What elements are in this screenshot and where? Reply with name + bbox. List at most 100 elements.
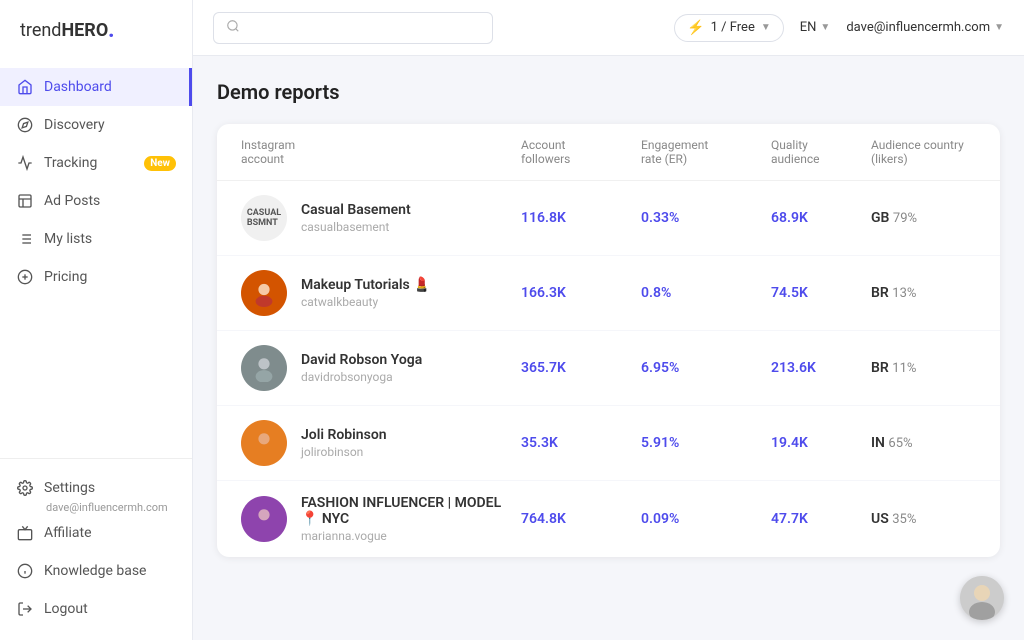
tracking-new-badge: New	[144, 156, 176, 171]
sidebar-item-knowledge-base[interactable]: Knowledge base	[0, 552, 192, 590]
metric-quality: 47.7K	[771, 511, 871, 527]
influencer-cell: Makeup Tutorials 💄 catwalkbeauty	[241, 270, 521, 316]
lang-selector[interactable]: EN ▼	[800, 20, 831, 35]
sidebar: trendHERO. Dashboard Discovery Tracking …	[0, 0, 193, 640]
country-cell: GB 79%	[871, 210, 1000, 226]
sidebar-bottom: Settings dave@influencermh.com Affiliate…	[0, 458, 192, 640]
influencer-name: Makeup Tutorials 💄	[301, 277, 431, 293]
metric-followers: 35.3K	[521, 435, 641, 451]
info-icon	[16, 562, 34, 580]
country-cell: US 35%	[871, 511, 1000, 527]
user-chevron-icon: ▼	[994, 22, 1004, 33]
col-header-er: Engagement rate (ER)	[641, 138, 771, 166]
lang-text: EN	[800, 20, 817, 35]
influencer-name: David Robson Yoga	[301, 352, 422, 368]
sidebar-item-pricing[interactable]: Pricing	[0, 258, 192, 296]
col-header-account: Instagram account	[241, 138, 521, 166]
col-label-followers: Account	[521, 138, 641, 152]
avatar	[241, 345, 287, 391]
col-label-account2: account	[241, 152, 521, 166]
lang-chevron-icon: ▼	[820, 22, 830, 33]
country-code: GB	[871, 210, 889, 226]
metric-er: 0.09%	[641, 511, 771, 527]
settings-email: dave@influencermh.com	[0, 501, 192, 514]
metric-followers: 764.8K	[521, 511, 641, 527]
pricing-icon	[16, 268, 34, 286]
country-code: US	[871, 511, 889, 527]
page-title: Demo reports	[217, 80, 1000, 104]
logo-text-trend: trend	[20, 20, 61, 41]
table-row[interactable]: David Robson Yoga davidrobsonyoga 365.7K…	[217, 331, 1000, 406]
table-row[interactable]: Makeup Tutorials 💄 catwalkbeauty 166.3K …	[217, 256, 1000, 331]
avatar	[241, 420, 287, 466]
sidebar-item-tracking[interactable]: Tracking New	[0, 144, 192, 182]
col-label-er: Engagement	[641, 138, 771, 152]
col-header-followers: Account followers	[521, 138, 641, 166]
table-row[interactable]: FASHION INFLUENCER | MODEL 📍 NYC mariann…	[217, 481, 1000, 557]
sidebar-label-knowledge-base: Knowledge base	[44, 563, 146, 579]
influencer-cell: CASUALBSMNT Casual Basement casualbaseme…	[241, 195, 521, 241]
settings-icon	[16, 479, 34, 497]
bolt-icon: ⚡	[687, 20, 704, 36]
support-avatar[interactable]	[960, 576, 1004, 620]
table-row[interactable]: Joli Robinson jolirobinson 35.3K 5.91% 1…	[217, 406, 1000, 481]
col-label-followers2: followers	[521, 152, 641, 166]
country-pct: 13%	[892, 286, 916, 301]
col-label-quality: Quality	[771, 138, 871, 152]
sidebar-item-my-lists[interactable]: My lists	[0, 220, 192, 258]
plan-badge[interactable]: ⚡ 1 / Free ▼	[674, 14, 784, 42]
sidebar-nav: Dashboard Discovery Tracking New Ad Post…	[0, 60, 192, 458]
sidebar-label-ad-posts: Ad Posts	[44, 193, 100, 209]
sidebar-item-dashboard[interactable]: Dashboard	[0, 68, 192, 106]
search-input[interactable]	[248, 20, 480, 36]
country-pct: 65%	[888, 436, 912, 451]
sidebar-label-tracking: Tracking	[44, 155, 97, 171]
col-label-country: Audience country	[871, 138, 1000, 152]
metric-quality: 68.9K	[771, 210, 871, 226]
logo[interactable]: trendHERO.	[0, 0, 192, 60]
ad-posts-icon	[16, 192, 34, 210]
col-header-quality: Quality audience	[771, 138, 871, 166]
col-label-quality2: audience	[771, 152, 871, 166]
avatar	[241, 270, 287, 316]
logo-text-hero: HERO	[61, 20, 108, 41]
logo-dot: .	[108, 18, 114, 42]
influencer-cell: Joli Robinson jolirobinson	[241, 420, 521, 466]
metric-quality: 19.4K	[771, 435, 871, 451]
affiliate-icon	[16, 524, 34, 542]
sidebar-item-ad-posts[interactable]: Ad Posts	[0, 182, 192, 220]
sidebar-item-settings[interactable]: Settings	[0, 471, 192, 501]
metric-quality: 213.6K	[771, 360, 871, 376]
influencer-name: FASHION INFLUENCER | MODEL 📍 NYC	[301, 495, 521, 527]
sidebar-item-logout[interactable]: Logout	[0, 590, 192, 628]
sidebar-label-discovery: Discovery	[44, 117, 105, 133]
topbar-right: ⚡ 1 / Free ▼ EN ▼ dave@influencermh.com …	[674, 14, 1004, 42]
user-email-text: dave@influencermh.com	[846, 20, 990, 35]
demo-reports-table: Instagram account Account followers Enga…	[217, 124, 1000, 557]
metric-er: 0.8%	[641, 285, 771, 301]
country-cell: BR 13%	[871, 285, 1000, 301]
lists-icon	[16, 230, 34, 248]
metric-quality: 74.5K	[771, 285, 871, 301]
influencer-name: Casual Basement	[301, 202, 411, 218]
table-row[interactable]: CASUALBSMNT Casual Basement casualbaseme…	[217, 181, 1000, 256]
topbar: ⚡ 1 / Free ▼ EN ▼ dave@influencermh.com …	[193, 0, 1024, 56]
user-email[interactable]: dave@influencermh.com ▼	[846, 20, 1004, 35]
country-code: BR	[871, 285, 889, 301]
sidebar-item-discovery[interactable]: Discovery	[0, 106, 192, 144]
metric-er: 5.91%	[641, 435, 771, 451]
col-header-country: Audience country (likers)	[871, 138, 1000, 166]
metric-er: 6.95%	[641, 360, 771, 376]
influencer-handle: jolirobinson	[301, 445, 387, 459]
col-label-account: Instagram	[241, 138, 521, 152]
sidebar-item-affiliate[interactable]: Affiliate	[0, 514, 192, 552]
metric-followers: 166.3K	[521, 285, 641, 301]
logout-icon	[16, 600, 34, 618]
sidebar-label-settings: Settings	[44, 480, 95, 496]
search-box[interactable]	[213, 12, 493, 44]
avatar	[241, 496, 287, 542]
main-content: ⚡ 1 / Free ▼ EN ▼ dave@influencermh.com …	[193, 0, 1024, 640]
influencer-cell: David Robson Yoga davidrobsonyoga	[241, 345, 521, 391]
country-pct: 11%	[892, 361, 916, 376]
plan-chevron-icon: ▼	[761, 22, 771, 33]
